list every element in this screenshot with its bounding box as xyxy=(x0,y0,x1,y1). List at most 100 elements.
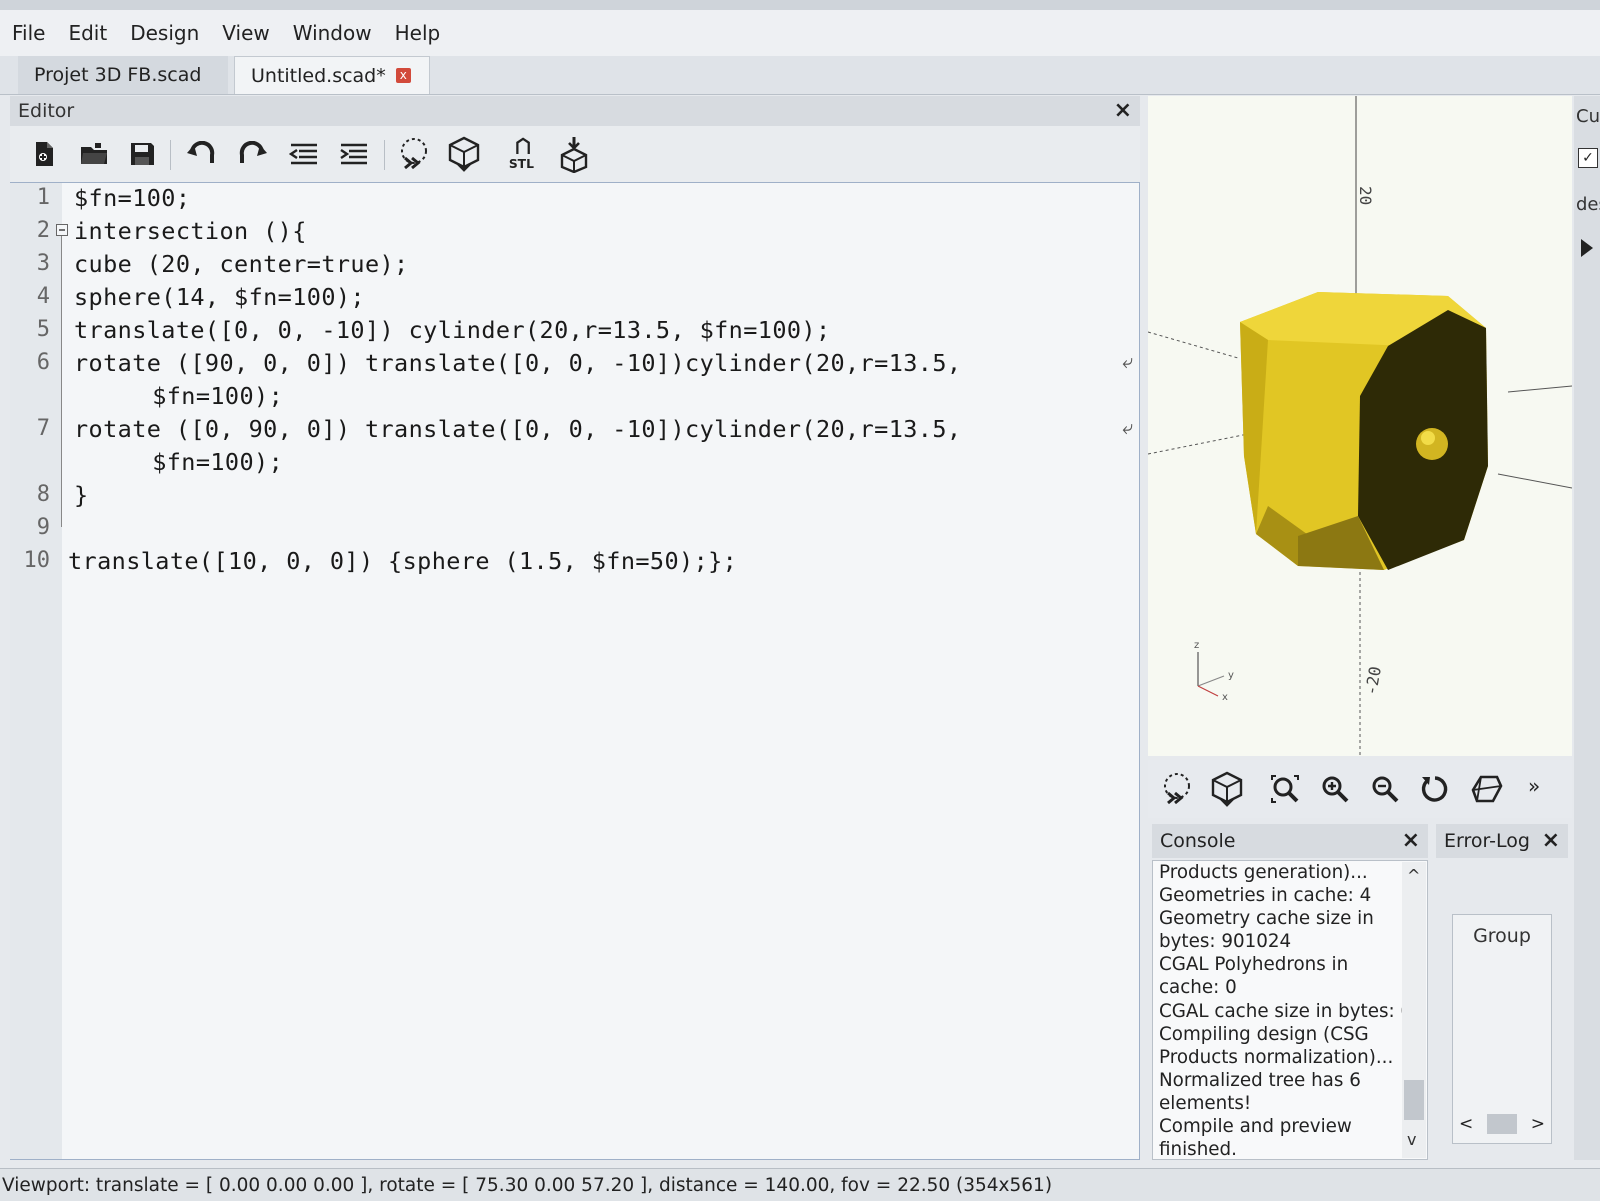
menu-view[interactable]: View xyxy=(210,21,280,45)
console-line: CGAL cache size in bytes: 0 xyxy=(1159,1000,1413,1022)
expand-arrow-icon[interactable] xyxy=(1580,238,1594,258)
console-line: Compile and preview xyxy=(1159,1116,1352,1138)
line-number: 2 xyxy=(36,218,50,243)
fold-toggle-icon[interactable] xyxy=(56,224,68,236)
code-line: sphere(14, $fn=100); xyxy=(74,283,365,311)
menu-window[interactable]: Window xyxy=(281,21,383,45)
code-line-continuation: $fn=100); xyxy=(94,382,284,410)
editor-close-icon[interactable]: × xyxy=(1114,100,1132,122)
code-line-continuation: $fn=100); xyxy=(94,448,284,476)
editor-toolbar: STL xyxy=(10,126,1140,182)
code-line: $fn=100; xyxy=(74,184,191,212)
line-number: 1 xyxy=(36,185,50,210)
render-icon[interactable] xyxy=(1208,770,1246,808)
editor-dock-header: Editor × xyxy=(10,96,1140,126)
tab-label: Untitled.scad* xyxy=(251,64,386,87)
console-title: Console xyxy=(1160,830,1236,852)
scroll-up-icon[interactable]: ^ xyxy=(1407,866,1420,885)
menu-bar: File Edit Design View Window Help xyxy=(0,10,1600,56)
line-number: 5 xyxy=(36,317,50,342)
menu-help[interactable]: Help xyxy=(383,21,452,45)
horizontal-scrollbar[interactable]: < > xyxy=(1459,1113,1545,1135)
console-line: CGAL Polyhedrons in xyxy=(1159,954,1349,976)
errorlog-close-icon[interactable]: × xyxy=(1542,830,1560,852)
preview-icon[interactable] xyxy=(396,136,432,172)
customizer-field[interactable]: des xyxy=(1576,194,1600,215)
console-line: bytes: 901024 xyxy=(1159,931,1292,953)
scroll-down-icon[interactable]: v xyxy=(1407,1130,1416,1149)
fold-guide xyxy=(61,232,62,527)
status-bar: Viewport: translate = [ 0.00 0.00 0.00 ]… xyxy=(0,1168,1600,1201)
window-title-strip xyxy=(0,0,1600,10)
errorlog-title: Error-Log xyxy=(1444,830,1530,852)
line-number: 10 xyxy=(23,548,51,573)
errorlog-table[interactable]: Group < > xyxy=(1452,914,1552,1144)
code-line: rotate ([0, 90, 0]) translate([0, 0, -10… xyxy=(74,415,962,443)
console-line: finished. xyxy=(1159,1139,1237,1160)
redo-icon[interactable] xyxy=(234,136,270,172)
viewer-toolbar: » xyxy=(1148,760,1572,818)
code-line: rotate ([90, 0, 0]) translate([0, 0, -10… xyxy=(74,349,962,377)
undo-icon[interactable] xyxy=(184,136,220,172)
viewport-status: Viewport: translate = [ 0.00 0.00 0.00 ]… xyxy=(2,1174,1053,1196)
scroll-thumb[interactable] xyxy=(1487,1114,1517,1134)
code-line: translate([10, 0, 0]) {sphere (1.5, $fn=… xyxy=(68,547,738,575)
console-close-icon[interactable]: × xyxy=(1402,830,1420,852)
line-number: 4 xyxy=(36,284,50,309)
new-file-icon[interactable] xyxy=(26,136,62,172)
tab-untitled[interactable]: Untitled.scad* x xyxy=(234,56,430,94)
code-line: } xyxy=(74,481,89,509)
toolbar-overflow-icon[interactable]: » xyxy=(1528,774,1540,798)
perspective-icon[interactable] xyxy=(1468,770,1506,808)
view-all-icon[interactable] xyxy=(1266,770,1304,808)
mini-axis-x-label: x xyxy=(1222,692,1228,703)
line-number: 7 xyxy=(36,416,50,441)
console-scroll-thumb[interactable] xyxy=(1404,1080,1424,1120)
console-line: Geometries in cache: 4 xyxy=(1159,885,1372,907)
mini-axis-z-label: z xyxy=(1194,640,1199,651)
axis-label-pos: 20 xyxy=(1356,186,1375,205)
line-number-gutter: 1 2 3 4 5 6 7 8 9 10 xyxy=(10,183,62,1159)
3d-viewport[interactable]: 20 -20 z x y xyxy=(1148,96,1572,756)
menu-design[interactable]: Design xyxy=(118,21,210,45)
export-stl-icon[interactable]: STL xyxy=(506,136,542,172)
tab-label: Projet 3D FB.scad xyxy=(34,64,202,86)
tab-close-icon[interactable]: x xyxy=(395,68,411,83)
console-line: Normalized tree has 6 xyxy=(1159,1069,1361,1091)
menu-file[interactable]: File xyxy=(0,21,56,45)
menu-edit[interactable]: Edit xyxy=(56,21,118,45)
checkbox-icon[interactable]: ✓ xyxy=(1578,148,1598,168)
unindent-icon[interactable] xyxy=(286,136,322,172)
preview-icon[interactable] xyxy=(1158,770,1196,808)
scroll-left-icon[interactable]: < xyxy=(1459,1114,1473,1134)
scroll-right-icon[interactable]: > xyxy=(1531,1114,1545,1134)
line-number: 8 xyxy=(36,482,50,507)
customizer-panel: Cus ✓ des xyxy=(1574,96,1600,1160)
editor-title: Editor xyxy=(18,100,75,122)
console-line: elements! xyxy=(1159,1092,1252,1114)
console-line: Geometry cache size in xyxy=(1159,908,1374,930)
reset-view-icon[interactable] xyxy=(1416,770,1454,808)
tab-projet-3d[interactable]: Projet 3D FB.scad xyxy=(18,56,228,94)
wrap-indicator-icon: ⤶ xyxy=(1122,349,1134,373)
console-line: cache: 0 xyxy=(1159,977,1237,999)
document-tab-bar: Projet 3D FB.scad Untitled.scad* x xyxy=(0,56,1600,95)
code-line: cube (20, center=true); xyxy=(74,250,409,278)
send-to-print-icon[interactable] xyxy=(556,136,592,173)
save-icon[interactable] xyxy=(124,136,160,172)
render-icon[interactable] xyxy=(446,136,482,172)
group-column-header[interactable]: Group xyxy=(1453,925,1551,947)
console-line: Products normalization)... xyxy=(1159,1046,1394,1068)
console-output[interactable]: Products generation)... Geometries in ca… xyxy=(1152,860,1428,1160)
zoom-in-icon[interactable] xyxy=(1316,770,1354,808)
console-line: Products generation)... xyxy=(1159,862,1368,883)
line-number: 9 xyxy=(36,515,50,540)
zoom-out-icon[interactable] xyxy=(1366,770,1404,808)
customizer-tab[interactable]: Cus xyxy=(1576,106,1600,127)
console-line: Compiling design (CSG xyxy=(1159,1023,1369,1045)
wrap-indicator-icon: ⤶ xyxy=(1122,415,1134,439)
model-render: 20 -20 z x y xyxy=(1148,96,1572,756)
indent-icon[interactable] xyxy=(336,136,372,172)
svg-text:STL: STL xyxy=(509,157,534,171)
open-folder-icon[interactable] xyxy=(76,136,112,172)
